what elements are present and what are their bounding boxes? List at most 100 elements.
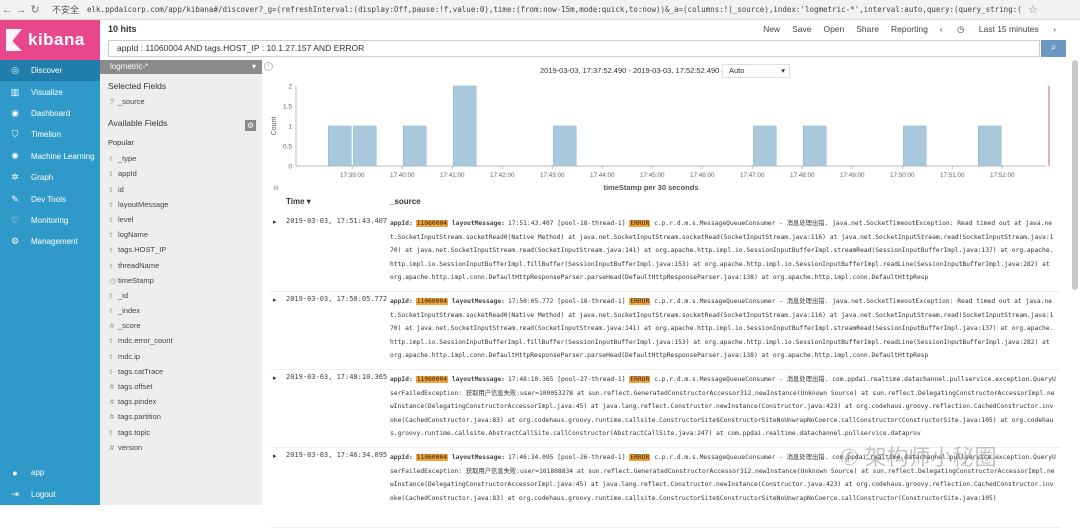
histogram-bar[interactable] bbox=[553, 125, 577, 167]
address-input[interactable]: elk.ppdaicorp.com/app/kibana#/discover?_… bbox=[87, 5, 1022, 14]
y-axis-label: Count bbox=[271, 117, 278, 136]
y-tick-label: 0 bbox=[288, 164, 292, 171]
menu-share[interactable]: Share bbox=[856, 24, 879, 34]
x-tick-label: 17:41:00 bbox=[440, 172, 465, 179]
appid-highlight: 11060004 bbox=[415, 454, 449, 461]
sidebar-item-monitoring[interactable]: ♡ Monitoring bbox=[0, 210, 100, 231]
x-tick-label: 17:52:00 bbox=[990, 172, 1015, 179]
sidebar-item-label: Visualize bbox=[31, 87, 63, 97]
row-source: appId: 11060004 layoutMessage: 17:50:05.77… bbox=[390, 295, 1056, 363]
histogram-bar[interactable] bbox=[978, 125, 1002, 167]
row-source: appId: 11060004 layoutMessage: 17:51:43.40… bbox=[390, 217, 1056, 285]
expand-caret-icon[interactable]: ▸ bbox=[273, 374, 277, 382]
x-tick-label: 17:50:00 bbox=[890, 172, 915, 179]
back-arrow-icon[interactable]: ← bbox=[0, 4, 14, 16]
menu-reporting[interactable]: Reporting bbox=[891, 24, 928, 34]
field-item[interactable]: t tags.HOST_IP bbox=[100, 242, 262, 257]
field-name: version bbox=[118, 442, 143, 452]
msg-text: c.p.r.d.m.s.MessageQueueConsumer - 消息处理出… bbox=[390, 298, 1054, 360]
menu-save[interactable]: Save bbox=[792, 24, 811, 34]
bookmark-star-icon[interactable]: ☆ bbox=[1028, 3, 1038, 16]
field-name: tags.pindex bbox=[118, 397, 157, 407]
kibana-logo[interactable]: kibana bbox=[0, 20, 100, 60]
user-icon: ● bbox=[12, 467, 18, 478]
top-menu: New Save Open Share Reporting ‹ ◷ Last 1… bbox=[763, 20, 1080, 38]
sidebar-item-logout[interactable]: ⇥ Logout bbox=[0, 484, 100, 505]
field-type-icon: t bbox=[110, 201, 112, 209]
histogram-bar[interactable] bbox=[903, 125, 927, 167]
interval-select[interactable]: Auto bbox=[722, 64, 790, 78]
sidebar-item-discover[interactable]: ◎ Discover bbox=[0, 60, 100, 82]
sidebar-item-machine-learning[interactable]: ✺ Machine Learning bbox=[0, 146, 100, 167]
insecure-label[interactable]: 不安全 bbox=[52, 3, 79, 16]
histogram-chart[interactable]: 0 0.5 1 1.5 2 17:39:00 17:40:00 17:41:00 17:42:0… bbox=[268, 80, 1058, 192]
field-item[interactable]: t tags.topic bbox=[100, 425, 262, 440]
y-tick-label: 0.5 bbox=[283, 144, 292, 151]
forward-chevron-icon[interactable]: › bbox=[1051, 24, 1056, 34]
sidebar-item-timelion[interactable]: ⛉ Timelion bbox=[0, 124, 100, 145]
field-item[interactable]: t layoutMessage bbox=[100, 197, 262, 212]
field-item[interactable]: t _type bbox=[100, 151, 262, 166]
histogram-bar[interactable] bbox=[328, 125, 352, 167]
sidebar-item-graph[interactable]: ✲ Graph bbox=[0, 167, 100, 188]
x-axis-label: timeStamp per 30 seconds bbox=[603, 183, 698, 192]
field-item[interactable]: t mdc.ip bbox=[100, 349, 262, 364]
field-item[interactable]: t appId bbox=[100, 166, 262, 181]
field-item[interactable]: t level bbox=[100, 212, 262, 227]
field-item[interactable]: # tags.partition bbox=[100, 409, 262, 424]
field-item[interactable]: t id bbox=[100, 182, 262, 197]
sidebar-item-app[interactable]: ● app bbox=[0, 462, 100, 483]
field-item[interactable]: # tags.offset bbox=[100, 379, 262, 394]
field-item[interactable]: ? _source bbox=[100, 94, 262, 109]
field-item[interactable]: ◷ timeStamp bbox=[100, 273, 262, 288]
sidebar-item-management[interactable]: ⚙ Management bbox=[0, 231, 100, 252]
histogram-bar[interactable] bbox=[403, 125, 427, 167]
expand-caret-icon[interactable]: ▸ bbox=[273, 296, 277, 304]
sidebar-item-visualize[interactable]: ▥ Visualize bbox=[0, 81, 100, 102]
back-chevron-icon[interactable]: ‹ bbox=[940, 24, 945, 34]
index-pattern-select[interactable]: logmetric-* bbox=[100, 60, 262, 74]
reload-icon[interactable]: ↻ bbox=[28, 3, 42, 16]
histogram-bar[interactable] bbox=[803, 125, 827, 167]
scrollbar[interactable] bbox=[1072, 60, 1078, 290]
x-tick-label: 17:44:00 bbox=[590, 172, 615, 179]
field-item[interactable]: t logName bbox=[100, 227, 262, 242]
field-type-icon: t bbox=[110, 353, 112, 361]
forward-arrow-icon[interactable]: → bbox=[14, 4, 28, 16]
field-item[interactable]: # _score bbox=[100, 318, 262, 333]
histogram-bar[interactable] bbox=[753, 125, 777, 167]
field-item[interactable]: # tags.pindex bbox=[100, 394, 262, 409]
top-bar: 10 hits New Save Open Share Reporting ‹ … bbox=[100, 20, 1080, 38]
histogram-bar[interactable] bbox=[453, 85, 477, 167]
sidebar-item-label: Graph bbox=[31, 173, 54, 183]
appid-highlight: 11060004 bbox=[415, 220, 449, 227]
collapse-sidebar-icon[interactable]: ‹ bbox=[264, 62, 273, 71]
search-input[interactable]: appId : 11060004 AND tags.HOST_IP : 10.1… bbox=[108, 40, 1040, 57]
menu-open[interactable]: Open bbox=[823, 24, 844, 34]
field-item[interactable]: t mdc.error_count bbox=[100, 333, 262, 348]
field-item[interactable]: t _index bbox=[100, 303, 262, 318]
appid-highlight: 11060004 bbox=[415, 298, 449, 305]
compass-icon: ◎ bbox=[11, 65, 19, 76]
histogram-bar[interactable] bbox=[353, 125, 377, 167]
field-item[interactable]: # version bbox=[100, 440, 262, 455]
col-time[interactable]: Time ▾ bbox=[286, 197, 311, 206]
sidebar-item-dev-tools[interactable]: ✎ Dev Tools bbox=[0, 188, 100, 209]
field-type-icon: t bbox=[110, 429, 112, 437]
x-tick-label: 17:42:00 bbox=[490, 172, 515, 179]
x-tick-label: 17:45:00 bbox=[640, 172, 665, 179]
hits-count: 10 hits bbox=[108, 24, 137, 34]
table-row: ▸ 2019-03-03, 17:50:05.772 appId: 11060004 … bbox=[270, 292, 1060, 370]
field-item[interactable]: t tags.catTrace bbox=[100, 364, 262, 379]
expand-caret-icon[interactable]: ▸ bbox=[273, 218, 277, 226]
sidebar-item-dashboard[interactable]: ◉ Dashboard bbox=[0, 103, 100, 124]
time-picker[interactable]: ‹ ◷ Last 15 minutes › bbox=[940, 24, 1068, 35]
field-item[interactable]: t threadName bbox=[100, 258, 262, 273]
search-button[interactable]: ⌕ bbox=[1041, 40, 1066, 57]
expand-caret-icon[interactable]: ▸ bbox=[273, 452, 277, 460]
field-settings-gear-icon[interactable]: ⚙ bbox=[245, 120, 256, 131]
field-type-icon: ◷ bbox=[110, 277, 117, 285]
menu-new[interactable]: New bbox=[763, 24, 780, 34]
field-item[interactable]: t _id bbox=[100, 288, 262, 303]
collapse-chart-icon[interactable]: ⊖ bbox=[273, 184, 279, 192]
